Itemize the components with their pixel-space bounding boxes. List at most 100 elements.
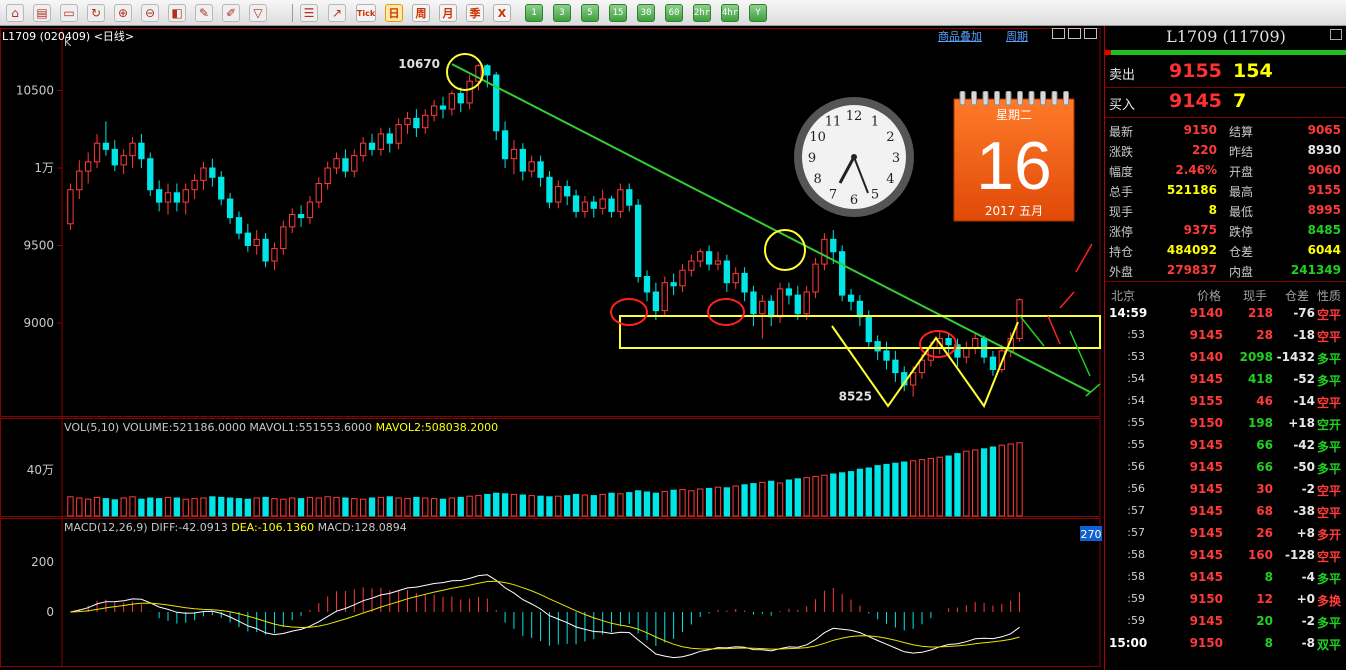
period-button-1[interactable]: 周 <box>412 4 430 22</box>
tick-volume: 218 <box>1247 306 1273 320</box>
tick-row: :53 9145 28 -18 空平 <box>1105 324 1346 346</box>
minute-period-button-1[interactable]: 3 <box>553 4 571 22</box>
kline-chart-area[interactable]: 10500 1万 9500 9000 K 10670 8525 VOL(5,10) VOLUM… <box>0 26 1104 670</box>
candle-body <box>253 238 260 247</box>
calendar-weekday: 星期二 <box>996 108 1032 122</box>
period-button-3[interactable]: 季 <box>466 4 484 22</box>
minute-period-button-0[interactable]: 1 <box>525 4 543 22</box>
volume-bar <box>590 495 597 517</box>
volume-bar <box>182 498 189 517</box>
panel-close-button[interactable] <box>1330 29 1342 40</box>
tick-type: 多平 <box>1317 616 1342 630</box>
minute-period-button-7[interactable]: 4hr <box>721 4 739 22</box>
stat-label: 跌停 <box>1229 225 1254 239</box>
bid-volume: 7 <box>1233 90 1247 112</box>
tick-volume: 160 <box>1247 548 1273 562</box>
volume-bar <box>528 495 535 517</box>
minute-period-button-3[interactable]: 15 <box>609 4 627 22</box>
volume-bar <box>324 496 331 517</box>
trend-icon[interactable]: ↗ <box>328 4 346 22</box>
candle-body <box>688 260 695 271</box>
volume-bar <box>599 493 606 517</box>
tick-volume: 26 <box>1256 526 1273 540</box>
candle-body <box>528 161 535 172</box>
candle-body <box>821 238 828 265</box>
tick-type: 空平 <box>1317 484 1342 498</box>
screen-icon[interactable]: ▭ <box>60 4 78 22</box>
candle-body <box>333 158 340 169</box>
arrow-mark <box>1075 243 1093 273</box>
toolbar: ⌂ ▤ ▭ ↻ ⊕ ⊖ ◧ ✎ ✐ ▽ ☰ ↗ Tick 日周月季 X 1 3 5 15 30 60 2hr 4hr Y <box>0 0 1346 26</box>
window-right-button[interactable] <box>1068 28 1081 39</box>
minute-period-button-8[interactable]: Y <box>749 4 767 22</box>
kline-chart[interactable]: 105001万95009000K106708525VOL(5,10) VOLUM… <box>0 26 1104 670</box>
period-button-4[interactable]: X <box>493 4 511 22</box>
tick-volume: 66 <box>1256 460 1273 474</box>
zoom-out-icon[interactable]: ⊖ <box>141 4 159 22</box>
candle-body <box>794 294 801 315</box>
candle-body <box>368 142 376 150</box>
period-link[interactable]: 周期 <box>1006 28 1028 44</box>
candle-body <box>617 189 624 212</box>
tick-time: :57 <box>1127 526 1145 539</box>
period-button-0[interactable]: 日 <box>385 4 403 22</box>
volume-bar <box>918 459 926 517</box>
clock-number: 7 <box>829 187 837 202</box>
volume-bar <box>226 497 234 517</box>
candle-body <box>289 214 296 228</box>
book-icon[interactable]: ▤ <box>33 4 51 22</box>
tick-type: 多平 <box>1317 440 1342 454</box>
window-left-button[interactable] <box>1052 28 1065 39</box>
stat-value: 8485 <box>1307 223 1341 237</box>
overlay-commodity-link[interactable]: 商品叠加 <box>938 28 982 44</box>
tick-chart-button[interactable]: Tick <box>356 4 376 22</box>
calendar-ring <box>994 91 1000 106</box>
candle-body <box>209 167 216 178</box>
refresh-icon[interactable]: ↻ <box>87 4 105 22</box>
pen-icon[interactable]: ✎ <box>195 4 213 22</box>
tick-time: :55 <box>1127 416 1145 429</box>
volume-bar <box>120 497 127 517</box>
tick-position-change: -14 <box>1293 394 1315 408</box>
tick-row: :59 9145 20 -2 多平 <box>1105 610 1346 632</box>
period-button-2[interactable]: 月 <box>439 4 457 22</box>
minute-period-button-5[interactable]: 60 <box>665 4 683 22</box>
volume-bar <box>377 496 385 517</box>
pencil-icon[interactable]: ✐ <box>222 4 240 22</box>
stat-label: 外盘 <box>1109 265 1134 279</box>
tick-volume: 8 <box>1264 570 1273 584</box>
zoom-in-icon[interactable]: ⊕ <box>114 4 132 22</box>
ask-label: 卖出 <box>1109 68 1136 83</box>
stat-value: 9060 <box>1307 163 1341 177</box>
volume-bar <box>76 497 83 517</box>
tick-row: :54 9145 418 -52 多平 <box>1105 368 1346 390</box>
arrow-mark <box>1069 330 1091 377</box>
volume-bar <box>803 477 810 517</box>
layers-icon[interactable]: ◧ <box>168 4 186 22</box>
volume-bar <box>830 473 837 517</box>
filter-icon[interactable]: ▽ <box>249 4 267 22</box>
volume-bar <box>723 487 731 517</box>
candle-body <box>439 105 447 110</box>
list-icon[interactable]: ☰ <box>300 4 318 22</box>
analog-clock: 12 12 3 45678 9 1011 <box>794 97 914 217</box>
tick-time: :56 <box>1127 460 1145 473</box>
volume-bar <box>945 455 952 517</box>
candle-body <box>590 201 597 209</box>
tick-type: 空平 <box>1317 330 1342 344</box>
minute-period-button-4[interactable]: 30 <box>637 4 655 22</box>
highlight-ellipse <box>707 298 745 326</box>
minute-period-button-2[interactable]: 5 <box>581 4 599 22</box>
candle-body <box>430 105 438 116</box>
volume-bar <box>235 498 243 517</box>
home-icon[interactable]: ⌂ <box>6 4 24 22</box>
candle-body <box>847 294 855 302</box>
minute-period-button-6[interactable]: 2hr <box>693 4 711 22</box>
window-restore-button[interactable] <box>1084 28 1097 39</box>
bid-price: 9145 <box>1169 90 1222 112</box>
candle-body <box>129 142 136 157</box>
candle-body <box>484 65 491 76</box>
tick-type: 多开 <box>1317 528 1342 542</box>
volume-bar <box>422 497 429 517</box>
calendar-ring <box>982 91 989 106</box>
